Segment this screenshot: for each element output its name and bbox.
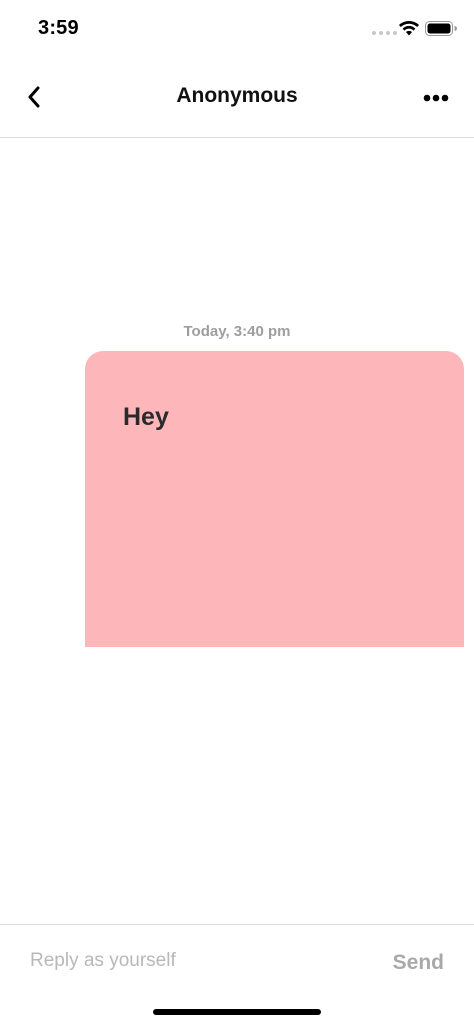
status-time: 3:59 [38,17,79,39]
message-bubble[interactable]: Hey [85,351,464,647]
page-title: Anonymous [176,84,298,107]
more-options-button[interactable] [418,84,454,112]
battery-icon [425,21,457,36]
signal-dots-icon [372,31,397,35]
home-indicator [153,1009,321,1015]
wifi-icon [399,21,419,36]
nav-bar: Anonymous [0,58,474,138]
reply-input[interactable] [30,941,350,981]
conversation-screen: 3:59 Anonymous Today, 3:40 pm Hey Reply … [0,0,474,1026]
status-bar: 3:59 [0,0,474,58]
more-horizontal-icon [423,94,449,102]
send-button[interactable]: Send [393,951,444,975]
message-text: Hey [123,403,169,431]
message-timestamp: Today, 3:40 pm [183,323,291,340]
